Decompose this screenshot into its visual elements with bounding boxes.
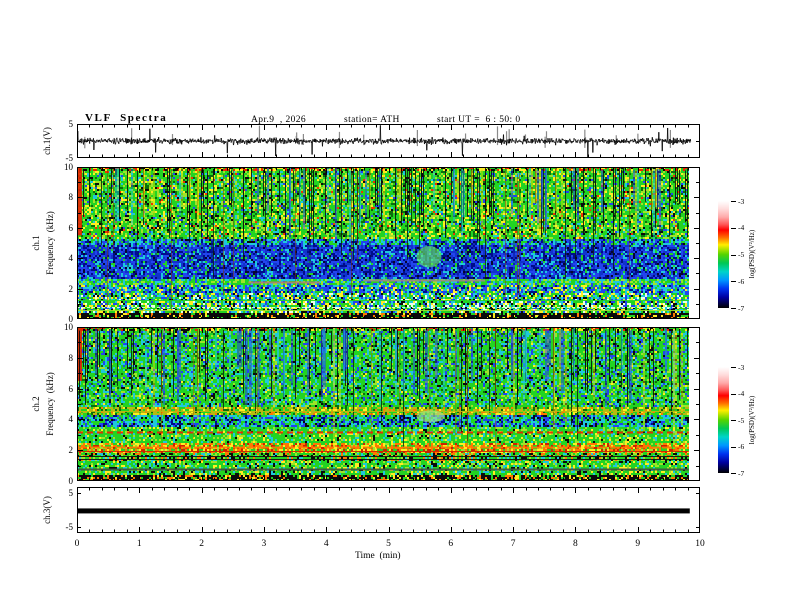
freq-tick-label: 4 xyxy=(68,253,74,264)
time-tick-label: 1 xyxy=(136,539,142,549)
ch3-volt-axis-label: ch.3(V) xyxy=(42,496,52,524)
ch2-colorbar-label: log(PSD)(V²/Hz) xyxy=(748,395,756,445)
freq-tick-label: 0 xyxy=(68,476,74,486)
ch1-channel-label: ch.1 xyxy=(31,235,41,251)
ch1-spectrogram-canvas xyxy=(77,167,700,319)
figure-title: VLF Spectra xyxy=(85,112,168,124)
ch1-waveform-panel xyxy=(77,124,700,158)
colorbar-tick xyxy=(731,227,736,229)
colorbar-tick-label: -7 xyxy=(738,468,745,478)
time-tick-label: 7 xyxy=(510,539,516,549)
time-tick-label: 10 xyxy=(695,539,705,549)
freq-tick-label: 8 xyxy=(68,352,74,363)
colorbar-tick-label: -7 xyxy=(738,303,745,313)
time-tick-label: 9 xyxy=(635,539,641,549)
colorbar-tick-label: -4 xyxy=(738,223,745,233)
freq-tick-label: 10 xyxy=(64,162,73,172)
colorbar-tick xyxy=(731,254,736,256)
colorbar-tick-label: -5 xyxy=(738,250,745,259)
colorbar-tick-label: -6 xyxy=(738,442,745,451)
colorbar-tick xyxy=(731,308,736,309)
ch2-spectrogram-panel xyxy=(77,327,700,481)
time-tick-label: 3 xyxy=(261,539,267,549)
colorbar-tick xyxy=(731,393,736,395)
time-tick-label: 5 xyxy=(386,539,391,549)
colorbar-tick-label: -3 xyxy=(738,362,745,372)
ch3-waveform-panel xyxy=(77,487,700,533)
ch2-freq-axis-label: Frequency (kHz) xyxy=(45,372,55,436)
colorbar-tick xyxy=(731,367,736,368)
colorbar-tick xyxy=(731,201,736,202)
vlf-spectra-figure: VLF Spectra Apr.9 , 2026 station= ATH st… xyxy=(0,0,792,612)
colorbar-tick-label: -4 xyxy=(738,389,745,398)
freq-tick-label: 6 xyxy=(68,383,74,394)
time-tick-label: 0 xyxy=(74,539,80,549)
ch1-spectrogram-panel xyxy=(77,167,700,319)
ch1-volt-axis-label: ch.1(V) xyxy=(42,127,52,155)
colorbar-tick-label: -5 xyxy=(738,415,745,425)
ch2-channel-label: ch.2 xyxy=(31,396,41,412)
colorbar-tick-label: -3 xyxy=(738,196,745,206)
ch2-spectrogram-canvas xyxy=(77,327,700,481)
freq-tick-label: 2 xyxy=(68,283,74,294)
ch3-volt-tick-label: -5 xyxy=(65,522,74,533)
ch3-volt-tick-label: 5 xyxy=(68,487,74,498)
colorbar-tick xyxy=(731,446,736,448)
ch1-waveform-canvas xyxy=(77,124,700,158)
ch1-colorbar-label: log(PSD)(V²/Hz) xyxy=(748,229,756,279)
freq-tick-label: 8 xyxy=(68,192,74,203)
colorbar-tick-label: -6 xyxy=(738,276,745,286)
colorbar-tick xyxy=(731,420,736,421)
freq-tick-label: 6 xyxy=(68,222,74,233)
colorbar-tick xyxy=(731,281,736,283)
time-tick-label: 8 xyxy=(573,539,578,549)
freq-tick-label: 10 xyxy=(64,322,73,332)
time-tick-label: 4 xyxy=(323,539,329,549)
time-axis-label: Time (min) xyxy=(355,551,401,561)
colorbar-tick xyxy=(731,473,736,474)
freq-tick-label: 2 xyxy=(68,445,74,456)
ch2-colorbar xyxy=(718,367,729,473)
time-tick-label: 2 xyxy=(199,539,204,549)
ch3-waveform-canvas xyxy=(77,487,700,533)
time-tick-label: 6 xyxy=(448,539,454,549)
ch1-volt-tick-label: 5 xyxy=(68,119,74,129)
freq-tick-label: 4 xyxy=(68,414,74,425)
ch1-freq-axis-label: Frequency (kHz) xyxy=(45,211,55,275)
ch1-colorbar xyxy=(718,201,729,308)
